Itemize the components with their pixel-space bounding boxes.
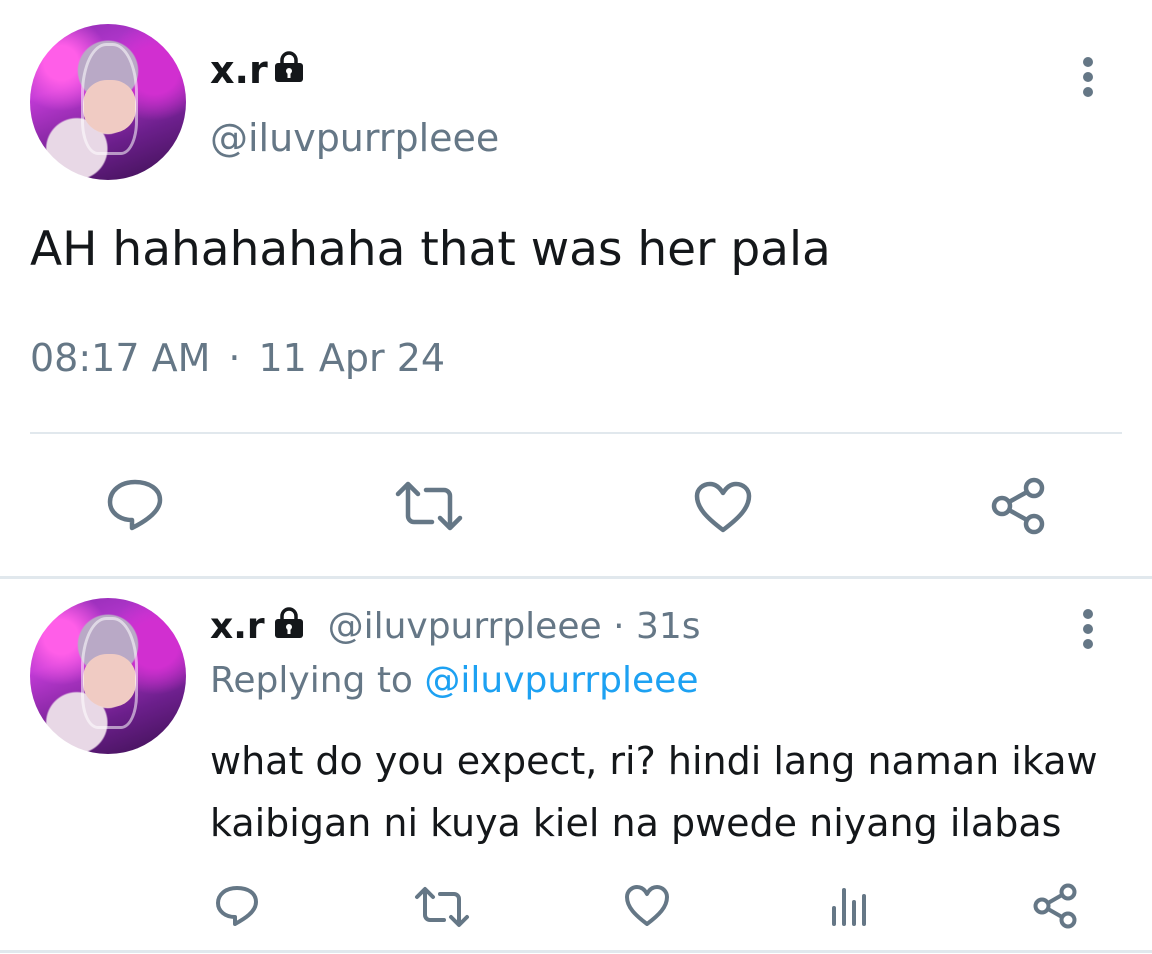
avatar-glass	[81, 616, 138, 730]
reply-icon[interactable]	[106, 478, 164, 532]
author-handle[interactable]: @iluvpurrpleee	[210, 116, 499, 160]
reply-author-handle[interactable]: @iluvpurrpleee	[328, 606, 602, 647]
author-name[interactable]: x.r	[210, 48, 268, 92]
share-icon[interactable]	[988, 476, 1048, 536]
avatar[interactable]	[30, 24, 186, 180]
replying-to: Replying to @iluvpurrpleee	[210, 660, 698, 701]
analytics-icon[interactable]	[830, 886, 870, 926]
tweet-time: 08:17 AM	[30, 336, 211, 380]
replying-to-link[interactable]: @iluvpurrpleee	[424, 660, 698, 701]
tweet-date: 11 Apr 24	[258, 336, 446, 380]
reply-time-separator: ·	[613, 606, 625, 647]
reply-text: what do you expect, ri? hindi lang naman…	[210, 739, 1098, 845]
share-icon[interactable]	[1030, 882, 1080, 930]
meta-separator: ·	[228, 336, 241, 380]
replying-label: Replying to	[210, 660, 413, 701]
reply-author-name[interactable]: x.r	[210, 606, 265, 647]
more-vertical-icon[interactable]	[1083, 609, 1095, 654]
lock-icon	[272, 606, 306, 638]
section-divider	[0, 576, 1152, 579]
bottom-divider	[0, 950, 1152, 953]
divider	[30, 432, 1122, 434]
tweet-timestamp[interactable]: 08:17 AM · 11 Apr 24	[30, 336, 445, 380]
tweet-text: AH hahahahaha that was her pala	[30, 222, 831, 277]
reply-avatar[interactable]	[30, 598, 186, 754]
lock-icon	[272, 50, 306, 82]
more-vertical-icon[interactable]	[1083, 57, 1095, 102]
heart-icon[interactable]	[693, 480, 753, 534]
heart-icon[interactable]	[624, 884, 670, 928]
avatar-glass	[81, 42, 138, 156]
retweet-icon[interactable]	[394, 480, 464, 532]
reply-icon[interactable]	[214, 884, 260, 928]
reply-age[interactable]: 31s	[636, 606, 701, 647]
retweet-icon[interactable]	[414, 886, 470, 928]
